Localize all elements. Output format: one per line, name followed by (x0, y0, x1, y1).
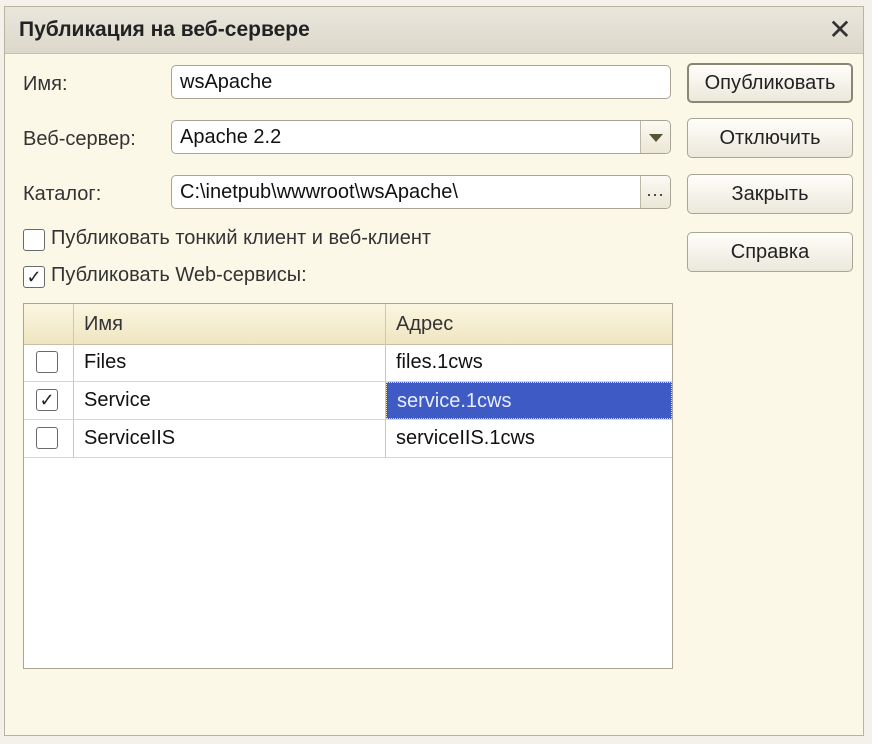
publish-dialog: Публикация на веб-сервере ✕ Имя: Веб-сер… (4, 6, 864, 736)
web-services-checkbox[interactable]: ✓ (23, 266, 45, 288)
dialog-title: Публикация на веб-сервере (19, 18, 310, 41)
catalog-input[interactable]: C:\inetpub\wwwroot\wsApache\ ... (171, 175, 671, 209)
server-select[interactable]: Apache 2.2 (171, 120, 671, 154)
thin-client-label: Публиковать тонкий клиент и веб-клиент (51, 227, 432, 249)
row-name[interactable]: Files (74, 344, 386, 381)
publish-button[interactable]: Опубликовать (687, 63, 853, 103)
web-services-label: Публиковать Web-сервисы: (51, 264, 307, 286)
row-checkbox[interactable] (36, 351, 58, 373)
close-button[interactable]: Закрыть (687, 174, 853, 214)
row-name[interactable]: Service (74, 382, 386, 419)
server-dropdown-button[interactable] (640, 121, 670, 153)
disable-button[interactable]: Отключить (687, 118, 853, 158)
catalog-label: Каталог: (23, 183, 102, 205)
row-address[interactable]: serviceIIS.1cws (386, 420, 672, 457)
table-row[interactable]: ✓ Service service.1cws (24, 382, 672, 420)
thin-client-checkbox[interactable] (23, 229, 45, 251)
name-input[interactable] (171, 65, 671, 99)
row-address[interactable]: service.1cws (386, 382, 672, 419)
column-header-name[interactable]: Имя (74, 304, 386, 344)
catalog-browse-button[interactable]: ... (640, 176, 670, 208)
column-divider (73, 304, 74, 458)
name-label: Имя: (23, 73, 68, 95)
row-checkbox[interactable] (36, 427, 58, 449)
title-bar: Публикация на веб-сервере ✕ (5, 7, 863, 54)
row-checkbox[interactable]: ✓ (36, 389, 58, 411)
close-icon[interactable]: ✕ (823, 13, 857, 47)
web-services-table: Имя Адрес Files files.1cws ✓ Service ser… (23, 303, 673, 669)
server-label: Веб-сервер: (23, 128, 136, 150)
chevron-down-icon (649, 134, 663, 142)
row-address[interactable]: files.1cws (386, 344, 672, 381)
table-row[interactable]: ServiceIIS serviceIIS.1cws (24, 420, 672, 458)
catalog-input-value: C:\inetpub\wwwroot\wsApache\ (180, 181, 458, 203)
table-row[interactable]: Files files.1cws (24, 344, 672, 382)
server-select-value: Apache 2.2 (180, 126, 282, 148)
row-name[interactable]: ServiceIIS (74, 420, 386, 457)
column-divider (385, 304, 386, 458)
column-header-address[interactable]: Адрес (386, 304, 672, 344)
table-header: Имя Адрес (24, 304, 672, 345)
help-button[interactable]: Справка (687, 232, 853, 272)
